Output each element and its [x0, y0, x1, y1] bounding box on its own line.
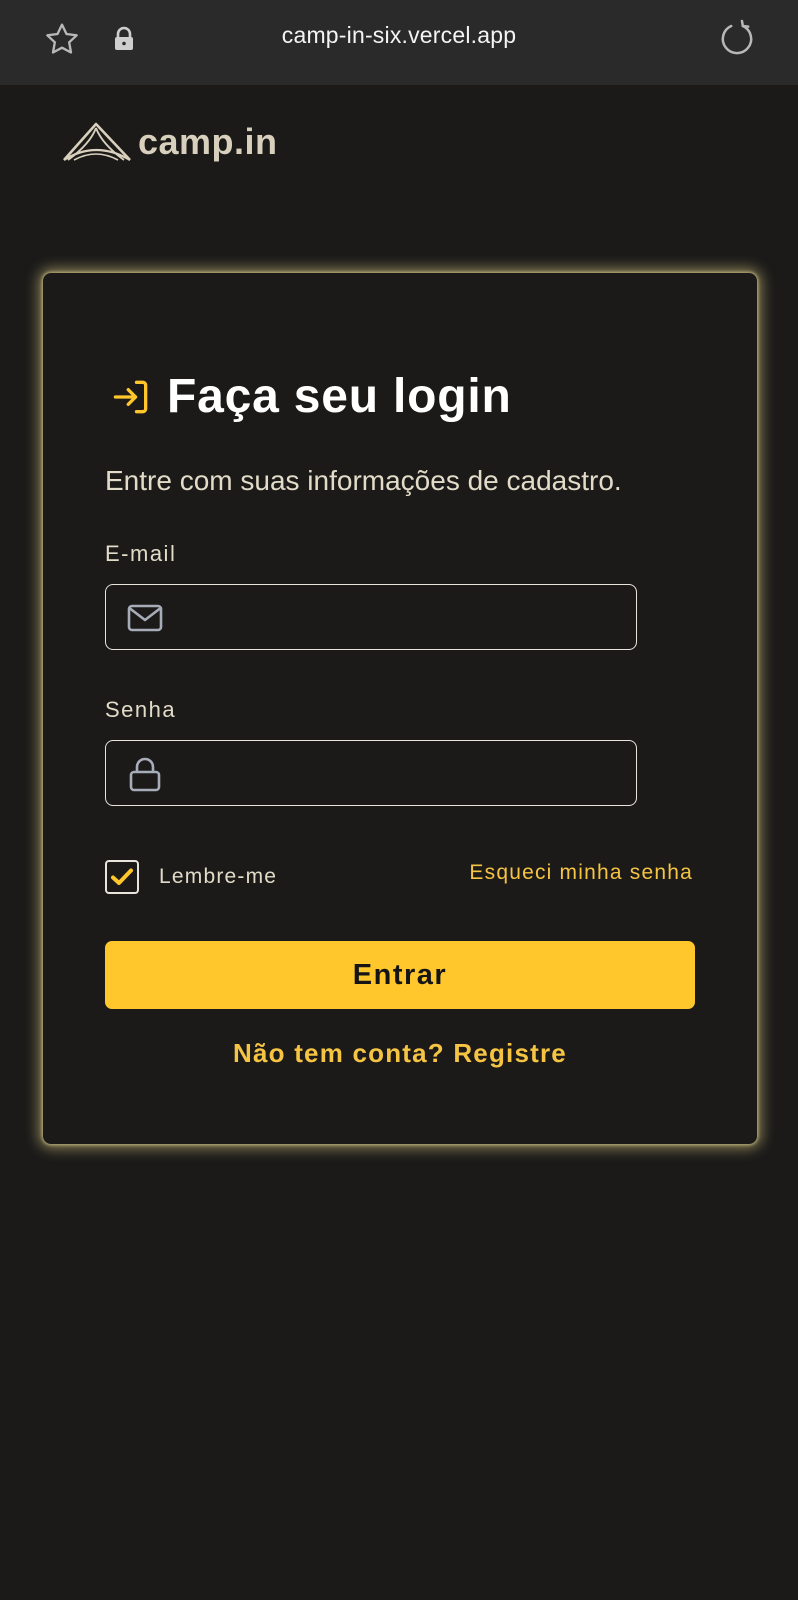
email-label: E-mail — [105, 541, 177, 566]
email-field-wrapper[interactable] — [105, 584, 637, 650]
page-subtitle: Entre com suas informações de cadastro. — [105, 465, 622, 496]
remember-me-checkbox[interactable] — [105, 860, 139, 894]
login-submit-button[interactable]: Entrar — [105, 941, 695, 1009]
email-input[interactable] — [180, 585, 620, 649]
login-card: Faça seu login Entre com suas informaçõe… — [43, 273, 757, 1144]
browser-address-bar: camp-in-six.vercel.app — [0, 0, 798, 85]
camp-in-logo[interactable]: camp.in — [62, 114, 278, 170]
page-title: Faça seu login — [167, 370, 512, 423]
logo-text: camp.in — [138, 121, 278, 162]
tent-logo-icon — [63, 122, 131, 161]
mail-icon — [127, 604, 163, 632]
remember-me-label[interactable]: Lembre-me — [159, 865, 277, 889]
password-label: Senha — [105, 697, 177, 722]
padlock-icon — [129, 757, 161, 792]
forgot-password-link[interactable]: Esqueci minha senha — [469, 861, 693, 885]
password-input[interactable] — [180, 741, 620, 805]
login-arrow-icon — [113, 380, 148, 413]
register-link[interactable]: Registre — [453, 1038, 567, 1068]
url-text[interactable]: camp-in-six.vercel.app — [0, 22, 798, 49]
register-prompt: Não tem conta? — [233, 1038, 445, 1068]
checkmark-icon — [111, 868, 133, 885]
password-field-wrapper[interactable] — [105, 740, 637, 806]
title-row: Faça seu login — [109, 369, 512, 424]
register-row: Não tem conta? Registre — [43, 1038, 757, 1069]
reload-icon[interactable] — [714, 16, 760, 62]
